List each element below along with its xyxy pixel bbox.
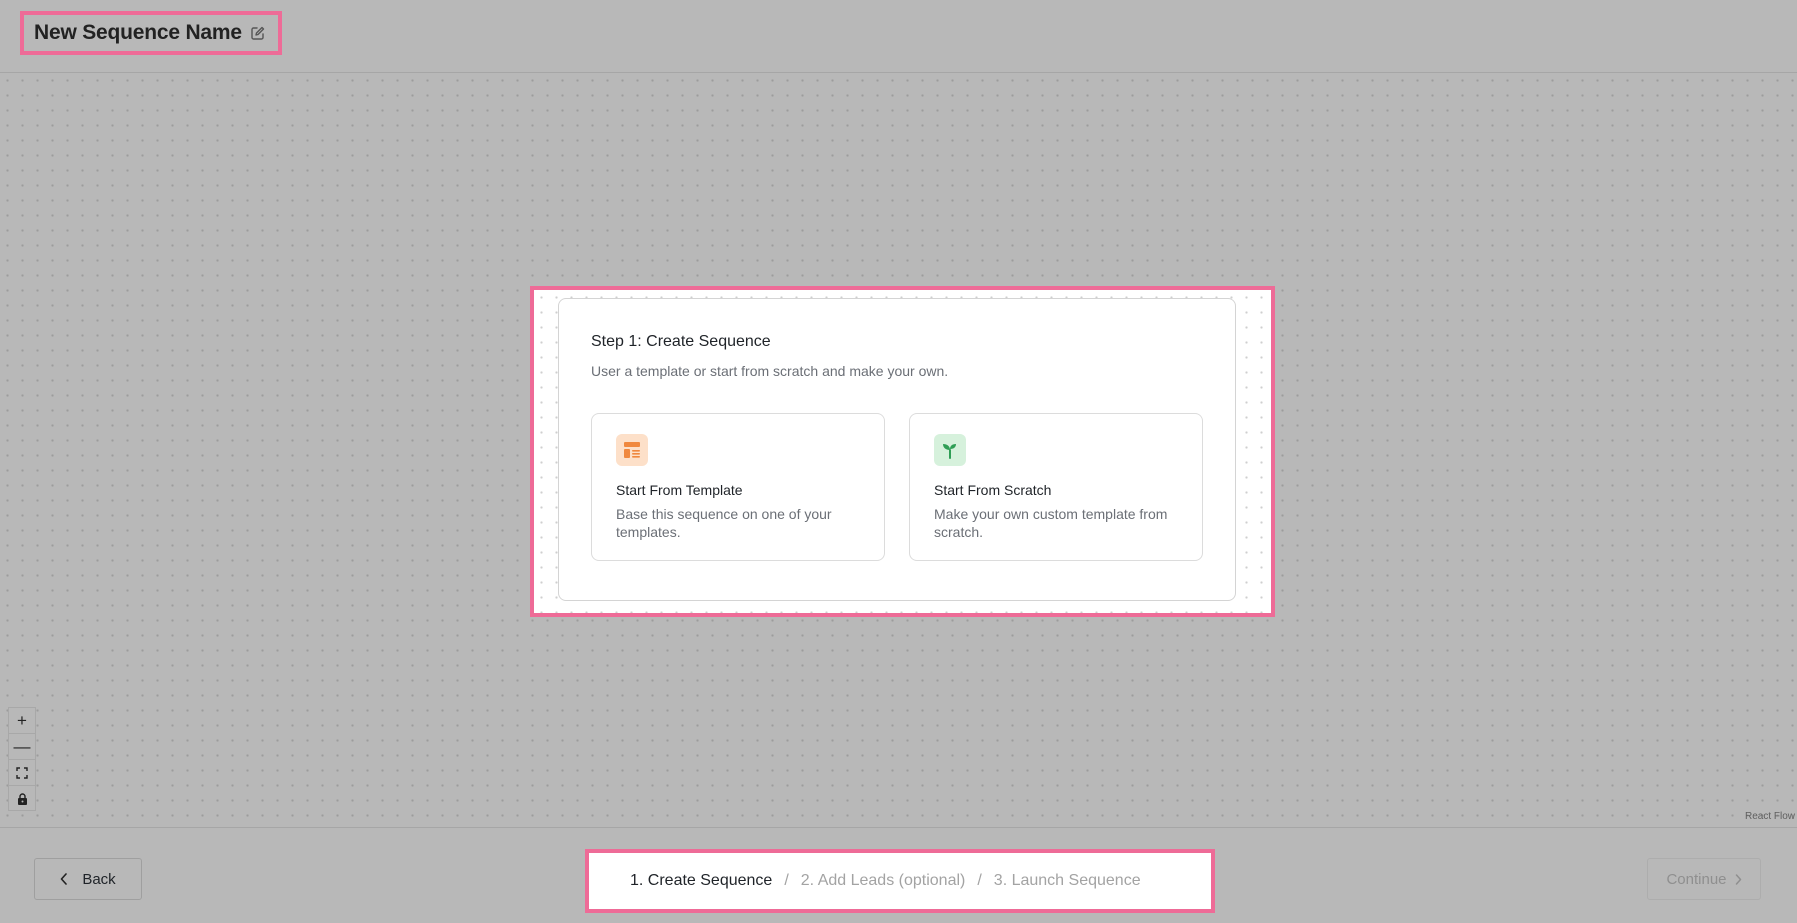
react-flow-attribution[interactable]: React Flow — [1743, 810, 1797, 823]
continue-button[interactable]: Continue — [1647, 858, 1761, 900]
step-separator: / — [977, 872, 982, 889]
lock-button[interactable] — [9, 786, 35, 812]
sequence-name-title[interactable]: New Sequence Name — [20, 11, 282, 55]
edit-icon[interactable] — [250, 25, 266, 41]
start-from-template-option[interactable]: Start From Template Base this sequence o… — [591, 413, 885, 561]
create-sequence-card: Step 1: Create Sequence User a template … — [558, 298, 1236, 601]
step-breadcrumb: 1. Create Sequence / 2. Add Leads (optio… — [585, 849, 1215, 913]
step-launch-sequence[interactable]: 3. Launch Sequence — [994, 872, 1141, 890]
lock-icon — [17, 793, 27, 805]
option-title: Start From Scratch — [934, 482, 1052, 498]
option-title: Start From Template — [616, 482, 743, 498]
fit-view-button[interactable] — [9, 760, 35, 786]
card-title: Step 1: Create Sequence — [591, 333, 771, 350]
chevron-left-icon — [61, 873, 68, 885]
option-description: Base this sequence on one of your templa… — [616, 506, 832, 540]
zoom-controls: + — — [8, 707, 36, 811]
back-button[interactable]: Back — [34, 858, 142, 900]
start-from-scratch-option[interactable]: Start From Scratch Make your own custom … — [909, 413, 1203, 561]
option-description: Make your own custom template from scrat… — [934, 506, 1168, 540]
continue-label: Continue — [1666, 870, 1727, 888]
footer-bar: Back 1. Create Sequence / 2. Add Leads (… — [0, 827, 1797, 923]
step-create-sequence[interactable]: 1. Create Sequence — [630, 872, 772, 890]
back-label: Back — [82, 870, 116, 888]
sequence-name-text: New Sequence Name — [34, 21, 242, 44]
step-add-leads[interactable]: 2. Add Leads (optional) — [801, 872, 966, 890]
chevron-right-icon — [1735, 873, 1741, 885]
template-layout-icon — [616, 434, 648, 466]
card-subtitle: User a template or start from scratch an… — [591, 363, 949, 379]
step-separator: / — [784, 872, 789, 889]
fit-view-icon — [16, 766, 28, 779]
zoom-out-button[interactable]: — — [9, 734, 35, 760]
zoom-in-button[interactable]: + — [9, 708, 35, 734]
header-bar: New Sequence Name — [0, 0, 1797, 73]
sprout-icon — [934, 434, 966, 466]
